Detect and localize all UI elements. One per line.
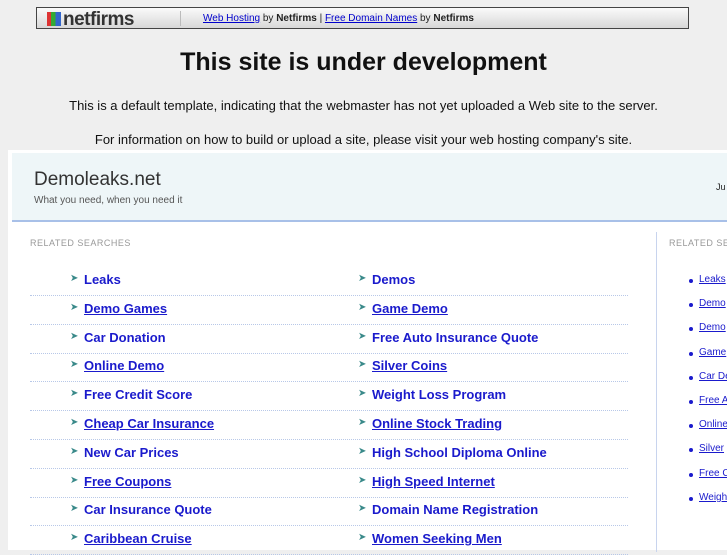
arrow-icon: ➤ bbox=[70, 330, 79, 342]
related-search-link[interactable]: Game Demo bbox=[372, 301, 448, 316]
related-search-link[interactable]: Leaks bbox=[84, 272, 121, 287]
site-tagline: What you need, when you need it bbox=[34, 195, 183, 206]
brand-text: Netfirms bbox=[276, 13, 317, 24]
right-related-link[interactable]: Weigh bbox=[699, 492, 727, 503]
arrow-icon: ➤ bbox=[70, 273, 79, 284]
bullet-icon bbox=[689, 400, 693, 404]
arrow-icon: ➤ bbox=[358, 445, 367, 457]
related-search-link[interactable]: Domain Name Registration bbox=[372, 502, 538, 517]
list-row: ➤ Demo Games ➤ Game Demo bbox=[30, 295, 628, 325]
related-search-link[interactable]: Caribbean Cruise bbox=[84, 531, 192, 546]
arrow-icon: ➤ bbox=[70, 301, 79, 313]
related-search-link[interactable]: Demos bbox=[372, 272, 415, 287]
related-search-link[interactable]: High Speed Internet bbox=[372, 474, 495, 489]
header-right-text: Ju bbox=[716, 182, 726, 192]
list-row: ➤ Leaks ➤ Demos bbox=[30, 266, 628, 296]
arrow-icon: ➤ bbox=[358, 273, 367, 284]
list-row: ➤ Free Coupons ➤ High Speed Internet bbox=[30, 468, 628, 498]
bullet-icon bbox=[689, 424, 693, 429]
right-related-link[interactable]: Car De bbox=[699, 371, 727, 382]
site-header: Demoleaks.net What you need, when you ne… bbox=[12, 153, 727, 222]
related-search-link[interactable]: Silver Coins bbox=[372, 358, 447, 373]
bullet-icon bbox=[689, 472, 693, 477]
bullet-icon bbox=[689, 375, 693, 380]
bullet-icon bbox=[689, 351, 693, 356]
column-divider bbox=[656, 232, 657, 552]
related-searches-heading: RELATED SEARCHES bbox=[30, 238, 131, 248]
arrow-icon: ➤ bbox=[70, 417, 79, 428]
list-row: ➤ Caribbean Cruise ➤ Women Seeking Men bbox=[30, 525, 628, 555]
web-hosting-link[interactable]: Web Hosting bbox=[203, 13, 260, 24]
right-related-link[interactable]: Demo bbox=[699, 298, 726, 309]
brand-text: Netfirms bbox=[433, 13, 474, 24]
related-search-link[interactable]: Free Coupons bbox=[84, 474, 171, 489]
by-text: by bbox=[262, 13, 274, 24]
arrow-icon: ➤ bbox=[358, 503, 367, 515]
arrow-icon: ➤ bbox=[70, 503, 79, 515]
arrow-icon: ➤ bbox=[358, 532, 367, 544]
related-search-link[interactable]: Car Insurance Quote bbox=[84, 502, 212, 517]
banner-links: Web Hosting by Netfirms | Free Domain Na… bbox=[203, 13, 474, 24]
arrow-icon: ➤ bbox=[358, 330, 367, 342]
info-text-2: For information on how to build or uploa… bbox=[94, 132, 633, 147]
list-row: ➤ New Car Prices ➤ High School Diploma Onli… bbox=[30, 439, 628, 469]
related-search-link[interactable]: Weight Loss Program bbox=[372, 387, 506, 402]
related-searches-heading-right: RELATED SEA bbox=[669, 238, 727, 248]
related-search-link[interactable]: High School Diploma Online bbox=[372, 445, 547, 460]
bullet-icon bbox=[689, 303, 693, 308]
arrow-icon: ➤ bbox=[70, 359, 79, 371]
list-row: ➤ Free Credit Score ➤ Weight Loss Program bbox=[30, 381, 628, 412]
list-row: ➤ Cheap Car Insurance ➤ Online Stock Tradin… bbox=[30, 410, 628, 440]
bullet-icon bbox=[689, 448, 693, 453]
arrow-icon: ➤ bbox=[70, 532, 79, 544]
arrow-icon: ➤ bbox=[70, 445, 79, 457]
arrow-icon: ➤ bbox=[70, 388, 79, 400]
netfirms-banner: netfirms Web Hosting by Netfirms | Free … bbox=[36, 7, 689, 31]
arrow-icon: ➤ bbox=[358, 301, 367, 313]
right-related-link[interactable]: Demo bbox=[699, 322, 726, 333]
info-text-1: This is a default template, indicating t… bbox=[69, 98, 658, 113]
arrow-icon: ➤ bbox=[358, 417, 367, 428]
list-row: ➤ Car Insurance Quote ➤ Domain Name Registr… bbox=[30, 496, 628, 527]
arrow-icon: ➤ bbox=[358, 388, 367, 400]
right-related-link[interactable]: Leaks bbox=[699, 274, 726, 285]
related-search-link[interactable]: Cheap Car Insurance bbox=[84, 416, 214, 431]
bullet-icon bbox=[689, 279, 693, 283]
related-search-link[interactable]: New Car Prices bbox=[84, 445, 179, 460]
bullet-icon bbox=[689, 496, 693, 501]
site-name[interactable]: Demoleaks.net bbox=[34, 169, 161, 191]
related-search-link[interactable]: Online Stock Trading bbox=[372, 416, 502, 431]
related-search-link[interactable]: Online Demo bbox=[84, 358, 164, 373]
free-domain-link[interactable]: Free Domain Names bbox=[325, 13, 417, 24]
arrow-icon: ➤ bbox=[358, 474, 367, 486]
parked-page-frame: Demoleaks.net What you need, when you ne… bbox=[8, 150, 727, 555]
right-related-link[interactable]: Silver bbox=[699, 443, 724, 454]
right-related-link[interactable]: Free C bbox=[699, 468, 727, 479]
right-related-link[interactable]: Free A bbox=[699, 395, 727, 406]
right-related-link[interactable]: Online bbox=[699, 419, 727, 430]
related-search-link[interactable]: Free Auto Insurance Quote bbox=[372, 330, 538, 345]
netfirms-logo-icon bbox=[47, 12, 61, 26]
related-search-link[interactable]: Demo Games bbox=[84, 301, 167, 316]
arrow-icon: ➤ bbox=[358, 359, 367, 371]
related-search-link[interactable]: Women Seeking Men bbox=[372, 531, 502, 546]
related-search-link[interactable]: Free Credit Score bbox=[84, 387, 192, 402]
pipe: | bbox=[319, 13, 323, 24]
list-row: ➤ Online Demo ➤ Silver Coins bbox=[30, 352, 628, 383]
by-text: by bbox=[420, 13, 431, 24]
right-related-link[interactable]: Game bbox=[699, 347, 726, 358]
arrow-icon: ➤ bbox=[70, 474, 79, 486]
netfirms-logo[interactable]: netfirms bbox=[47, 9, 134, 31]
related-search-link[interactable]: Car Donation bbox=[84, 330, 166, 345]
divider bbox=[180, 11, 181, 26]
page-title: This site is under development bbox=[180, 48, 547, 76]
list-row: ➤ Car Donation ➤ Free Auto Insurance Quote bbox=[30, 324, 628, 354]
bullet-icon bbox=[689, 327, 693, 332]
